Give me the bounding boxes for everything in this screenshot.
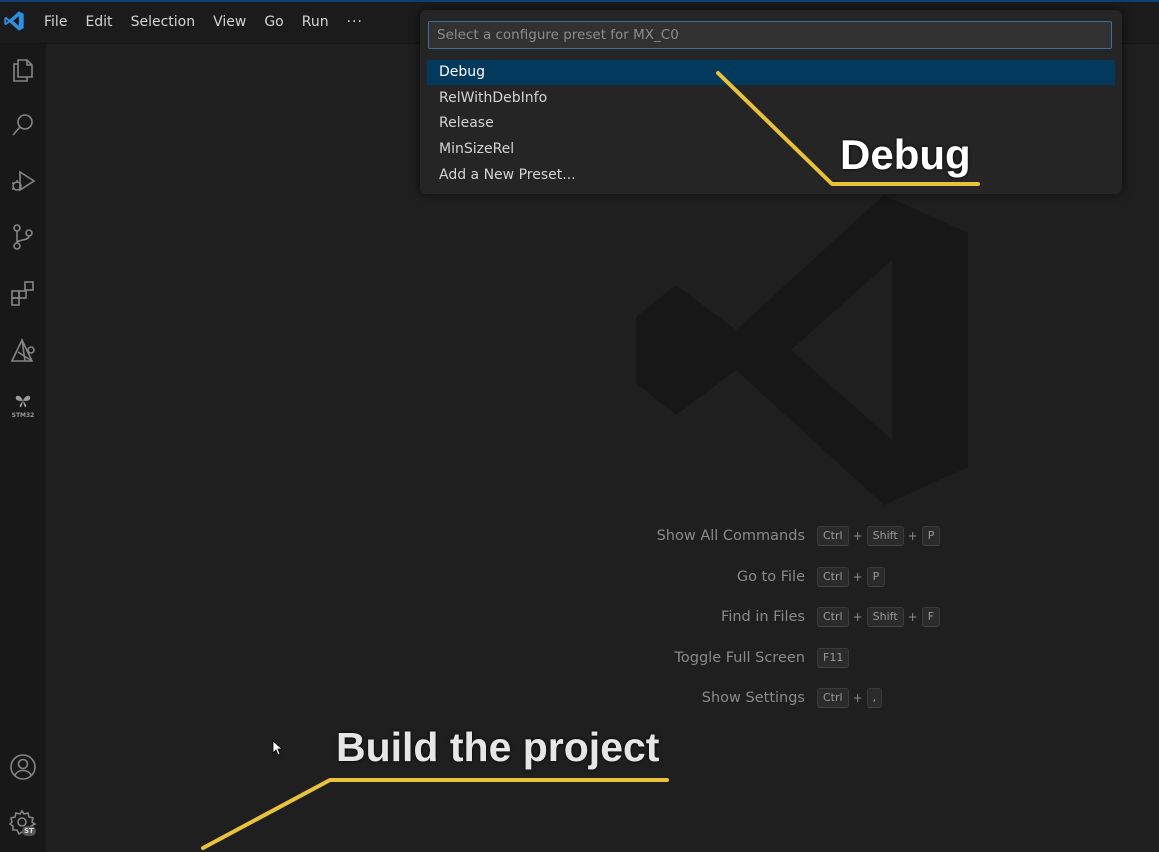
build-callout-text: Build the project [336, 724, 660, 770]
menu-view[interactable]: View [213, 14, 246, 30]
shortcut-row: Find in Files Ctrl + Shift + F [560, 603, 960, 631]
stm32-button[interactable]: STM32 [6, 388, 40, 422]
run-debug-icon [12, 170, 36, 192]
shortcut-keys: Ctrl + P [817, 567, 886, 587]
key-cap: Ctrl [817, 526, 849, 546]
mouse-cursor-icon [272, 740, 282, 756]
preset-search-input[interactable] [429, 22, 1111, 48]
shortcut-label: Find in Files [721, 609, 805, 625]
search-icon [12, 114, 33, 136]
shortcut-keys: Ctrl + Shift + F [817, 607, 941, 627]
shortcut-row: Toggle Full Screen F11 [560, 644, 960, 672]
source-control-button[interactable] [6, 220, 40, 254]
shortcut-label: Go to File [736, 569, 805, 585]
explorer-icon [13, 59, 33, 82]
shortcut-row: Show Settings Ctrl + , [560, 684, 960, 712]
menu-go[interactable]: Go [264, 14, 283, 30]
settings-button[interactable]: ST [6, 806, 40, 840]
quick-pick-input-box [428, 21, 1112, 49]
shortcut-label: Toggle Full Screen [674, 650, 806, 666]
explorer-button[interactable] [6, 52, 40, 86]
menu-file[interactable]: File [44, 14, 67, 30]
window-top-border [0, 0, 1159, 2]
menu-edit[interactable]: Edit [85, 14, 112, 30]
preset-option-relwithdebinfo[interactable]: RelWithDebInfo [427, 86, 1115, 111]
menu-bar: File Edit Selection View Go Run ··· [44, 14, 363, 30]
shortcut-keys: Ctrl + Shift + P [817, 526, 941, 546]
extensions-button[interactable] [6, 276, 40, 310]
configure-preset-quick-pick: Debug RelWithDebInfo Release MinSizeRel … [420, 10, 1122, 194]
debug-callout-text: Debug [840, 131, 971, 178]
extensions-icon [11, 281, 34, 306]
shortcut-row: Show All Commands Ctrl + Shift + P [560, 522, 960, 550]
menu-selection[interactable]: Selection [131, 14, 196, 30]
key-cap: F11 [817, 648, 850, 668]
key-cap: F [921, 607, 941, 627]
shortcut-label: Show Settings [701, 690, 805, 706]
shortcut-keys: F11 [817, 648, 850, 668]
search-button[interactable] [6, 108, 40, 142]
vscode-watermark-icon [636, 195, 968, 505]
vscode-logo-icon [4, 11, 24, 31]
menu-run[interactable]: Run [302, 14, 329, 30]
activity-bar: STM32 ST [0, 44, 46, 852]
key-cap: P [921, 526, 941, 546]
stm32-label: STM32 [11, 411, 35, 419]
account-icon [10, 754, 36, 780]
key-cap: P [866, 567, 886, 587]
preset-option-debug[interactable]: Debug [427, 60, 1115, 85]
shortcut-row: Go to File Ctrl + P [560, 563, 960, 591]
shortcut-label: Show All Commands [656, 528, 805, 544]
run-debug-button[interactable] [6, 164, 40, 198]
settings-st-badge: ST [22, 826, 36, 836]
key-cap: Shift [866, 607, 904, 627]
preset-option-release[interactable]: Release [427, 111, 1115, 136]
preset-option-minsizerel[interactable]: MinSizeRel [427, 137, 1115, 162]
key-cap: , [866, 688, 883, 708]
key-cap: Shift [866, 526, 904, 546]
key-cap: Ctrl [817, 607, 849, 627]
key-cap: Ctrl [817, 688, 849, 708]
account-button[interactable] [6, 750, 40, 784]
stm32-icon [15, 395, 31, 407]
source-control-icon [13, 224, 33, 250]
cmake-button[interactable] [6, 334, 40, 368]
menu-more-icon[interactable]: ··· [347, 14, 363, 30]
add-new-preset-option[interactable]: Add a New Preset... [427, 163, 1115, 188]
cmake-icon [10, 338, 35, 362]
key-cap: Ctrl [817, 567, 849, 587]
shortcut-keys: Ctrl + , [817, 688, 883, 708]
